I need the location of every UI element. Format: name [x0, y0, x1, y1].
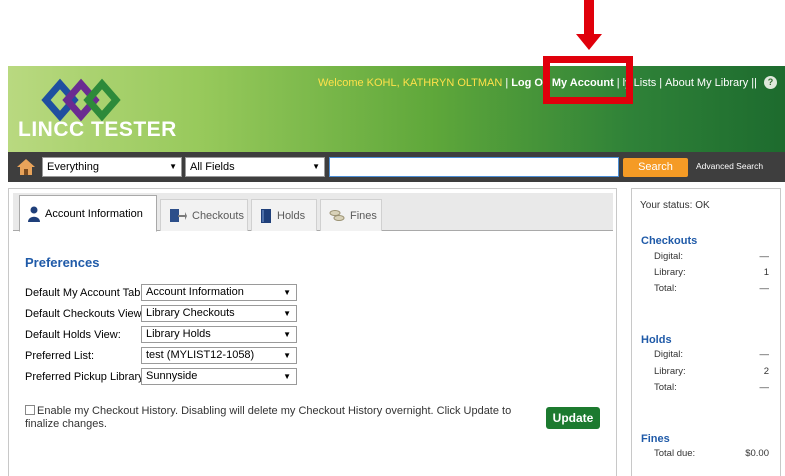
- help-icon[interactable]: ?: [764, 76, 777, 89]
- search-scope-select[interactable]: Everything ▼: [42, 157, 182, 177]
- preferred-list-select[interactable]: test (MYLIST12-1058) ▼: [141, 347, 297, 364]
- chevron-down-icon: ▼: [283, 351, 291, 360]
- chevron-down-icon: ▼: [312, 162, 320, 171]
- home-icon[interactable]: [16, 157, 36, 177]
- fines-due-row: Total due: $0.00: [654, 448, 769, 459]
- pref-row-holds-view: Default Holds View: Library Holds ▼: [25, 326, 297, 343]
- tab-holds[interactable]: Holds: [251, 199, 317, 231]
- annotation-arrow-shaft: [584, 0, 594, 36]
- chevron-down-icon: ▼: [283, 330, 291, 339]
- welcome-text: Welcome KOHL, KATHRYN OLTMAN: [317, 76, 503, 89]
- book-arrow-icon: [170, 208, 187, 222]
- pref-row-checkouts-view: Default Checkouts View: Library Checkout…: [25, 305, 297, 322]
- checkouts-library-row: Library: 1: [654, 267, 769, 278]
- coins-icon: [329, 209, 345, 221]
- checkouts-digital-row: Digital: —: [654, 251, 769, 262]
- holds-digital-row: Digital: —: [654, 349, 769, 360]
- person-icon: [28, 206, 40, 222]
- site-title: LINCC TESTER: [18, 118, 177, 141]
- preferences-heading: Preferences: [25, 255, 100, 270]
- holds-summary-link[interactable]: Holds: [641, 334, 672, 346]
- checkouts-total-row: Total: —: [654, 283, 769, 294]
- holds-total-row: Total: —: [654, 382, 769, 393]
- default-tab-select[interactable]: Account Information ▼: [141, 284, 297, 301]
- chevron-down-icon: ▼: [169, 162, 177, 171]
- chevron-down-icon: ▼: [283, 288, 291, 297]
- checkout-history-label: Enable my Checkout History. Disabling wi…: [25, 405, 512, 430]
- log-out-link[interactable]: Log O: [511, 77, 543, 89]
- annotation-arrow-head: [576, 34, 602, 50]
- book-icon: [261, 208, 271, 223]
- tab-fines[interactable]: Fines: [320, 199, 382, 231]
- search-field-select[interactable]: All Fields ▼: [185, 157, 325, 177]
- pref-row-pickup-library: Preferred Pickup Library: Sunnyside ▼: [25, 368, 297, 385]
- pref-row-default-tab: Default My Account Tab: Account Informat…: [25, 284, 297, 301]
- update-button[interactable]: Update: [546, 407, 600, 429]
- account-status: Your status: OK: [640, 200, 710, 211]
- tab-account-information[interactable]: Account Information: [19, 195, 157, 232]
- search-button[interactable]: Search: [623, 158, 688, 177]
- checkouts-summary-link[interactable]: Checkouts: [641, 235, 697, 247]
- annotation-highlight-box: [543, 56, 633, 104]
- holds-library-row: Library: 2: [654, 366, 769, 377]
- account-summary-sidebar: Your status: OK Checkouts Digital: — Libr…: [631, 188, 781, 476]
- chevron-down-icon: ▼: [283, 309, 291, 318]
- holds-view-select[interactable]: Library Holds ▼: [141, 326, 297, 343]
- fines-summary-link[interactable]: Fines: [641, 433, 670, 445]
- site-header: LINCC TESTER Welcome KOHL, KATHRYN OLTMA…: [8, 66, 785, 152]
- chevron-down-icon: ▼: [283, 372, 291, 381]
- search-input[interactable]: [329, 157, 619, 177]
- advanced-search-link[interactable]: Advanced Search: [696, 161, 763, 171]
- search-bar: Everything ▼ All Fields ▼ Search Advanced …: [8, 152, 785, 182]
- account-tabs: Account Information Checkouts Holds Fine…: [13, 193, 613, 232]
- checkout-history-checkbox[interactable]: [25, 405, 35, 415]
- checkouts-view-select[interactable]: Library Checkouts ▼: [141, 305, 297, 322]
- account-panel: Account Information Checkouts Holds Fine…: [8, 188, 617, 476]
- pref-row-preferred-list: Preferred List: test (MYLIST12-1058) ▼: [25, 347, 297, 364]
- pickup-library-select[interactable]: Sunnyside ▼: [141, 368, 297, 385]
- tab-checkouts[interactable]: Checkouts: [160, 199, 248, 231]
- about-library-link[interactable]: About My Library: [665, 77, 748, 89]
- checkout-history-option: Enable my Checkout History. Disabling wi…: [25, 405, 535, 431]
